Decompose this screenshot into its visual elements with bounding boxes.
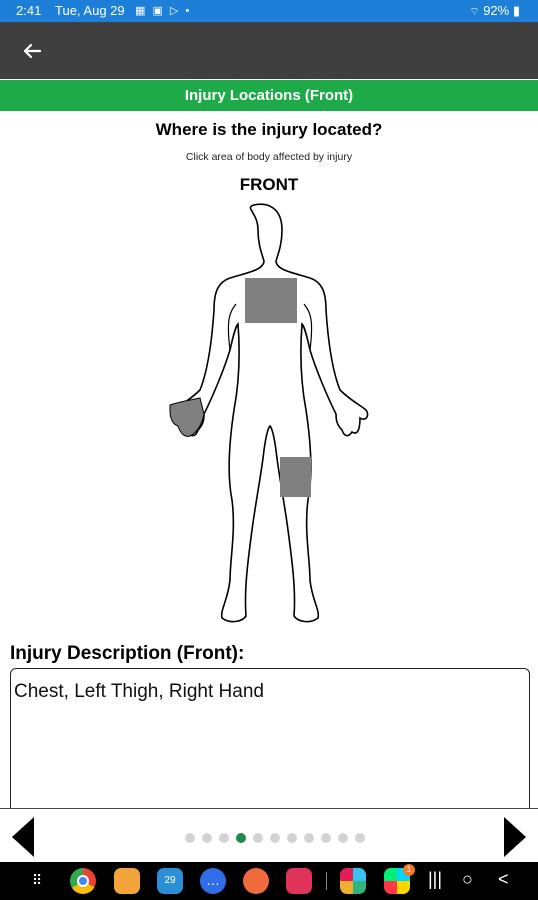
navigation-bar: ⠿ 29 … 1 ||| ○ < (0, 862, 538, 900)
region-right-hand[interactable] (169, 397, 205, 437)
notification-icons: ▦ ▣ ▷ • (135, 5, 192, 17)
status-bar: 2:41 Tue, Aug 29 ▦ ▣ ▷ • ⌔ 92% ▮ (0, 0, 538, 22)
app-drawer-icon[interactable]: ⠿ (32, 872, 42, 889)
previous-page-button[interactable] (12, 817, 34, 857)
body-map[interactable] (160, 200, 378, 630)
play-store-badge: 1 (403, 864, 415, 876)
status-time: 2:41 (16, 3, 42, 18)
recent-apps-icon[interactable]: ||| (428, 869, 442, 890)
page-dot[interactable] (321, 833, 331, 843)
injury-question: Where is the injury located? (155, 120, 383, 139)
page-dot[interactable] (219, 833, 229, 843)
taskbar-divider (326, 872, 327, 890)
page-dot[interactable] (287, 833, 297, 843)
page-dot[interactable] (253, 833, 263, 843)
page-dot[interactable] (355, 833, 365, 843)
chrome-icon[interactable] (70, 868, 96, 894)
play-store-icon[interactable]: 1 (384, 864, 415, 894)
region-chest[interactable] (245, 278, 297, 323)
contacts-icon[interactable] (243, 868, 269, 894)
camera-icon[interactable] (286, 868, 312, 894)
files-icon[interactable] (114, 868, 140, 894)
home-icon[interactable]: ○ (462, 869, 473, 890)
wifi-icon: ⌔ (469, 6, 480, 18)
description-field[interactable]: Chest, Left Thigh, Right Hand (10, 668, 530, 808)
battery-percent: 92% (483, 3, 510, 18)
page-dot[interactable] (270, 833, 280, 843)
battery-indicator: ⌔ 92% ▮ (469, 3, 520, 19)
next-page-button[interactable] (504, 817, 526, 857)
injury-hint: Click area of body affected by injury (185, 151, 353, 163)
description-label: Injury Description (Front): (10, 643, 245, 664)
back-button[interactable] (18, 37, 46, 65)
page-dot[interactable] (185, 833, 195, 843)
app-bar (0, 22, 538, 79)
back-nav-icon[interactable]: < (498, 869, 509, 890)
page-dot[interactable] (202, 833, 212, 843)
side-label: FRONT (239, 175, 299, 194)
pager-divider (0, 808, 538, 809)
calendar-icon[interactable]: 29 (157, 868, 183, 894)
arrow-left-icon (23, 43, 42, 59)
battery-icon: ▮ (512, 3, 520, 18)
page-dot[interactable] (338, 833, 348, 843)
status-date: Tue, Aug 29 (55, 3, 125, 18)
messages-icon[interactable]: … (200, 868, 226, 894)
slack-icon[interactable] (340, 868, 366, 894)
page-dot-active[interactable] (236, 833, 246, 843)
page-dot[interactable] (304, 833, 314, 843)
section-header: Injury Locations (Front) (0, 80, 538, 111)
region-left-thigh[interactable] (280, 457, 311, 497)
